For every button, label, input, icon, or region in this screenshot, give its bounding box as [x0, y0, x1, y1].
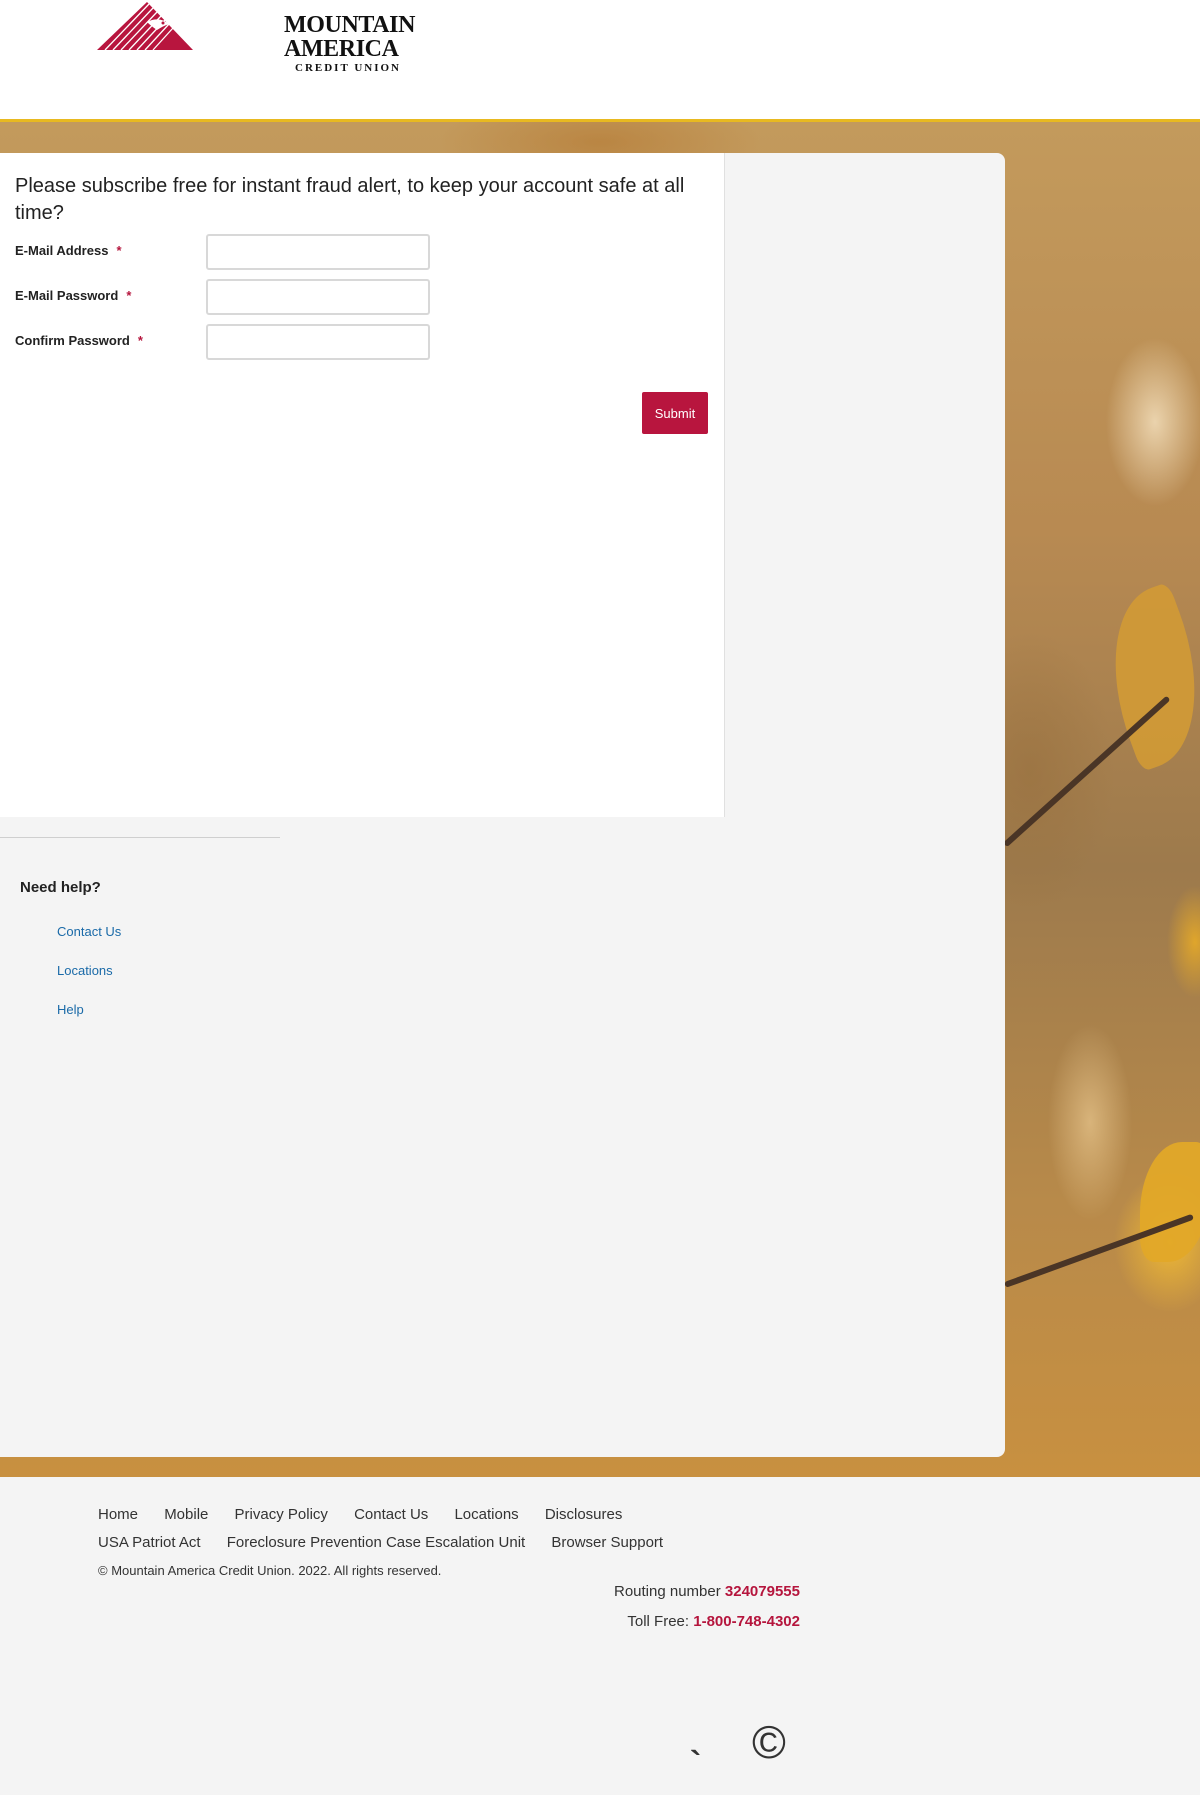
subscribe-form: Please subscribe free for instant fraud … — [0, 153, 725, 817]
confirm-password-row: Confirm Password * — [15, 324, 435, 360]
brand-logo[interactable]: MOUNTAIN AMERICA CREDIT UNION — [97, 0, 415, 74]
routing-label: Routing number — [614, 1583, 721, 1600]
required-marker: * — [137, 333, 143, 348]
footer-nav: Home Mobile Privacy Policy Contact Us Lo… — [98, 1501, 738, 1557]
required-marker: * — [116, 243, 122, 258]
confirm-password-label: Confirm Password * — [15, 333, 143, 348]
leaf-decoration — [1083, 581, 1200, 773]
toll-free-label: Toll Free: — [627, 1613, 690, 1630]
leaf-decoration — [1140, 1142, 1200, 1262]
help-divider — [0, 837, 280, 838]
copyright-icon: © — [752, 1716, 786, 1768]
confirm-password-input[interactable] — [206, 324, 430, 360]
stray-glyph: ` — [690, 1745, 702, 1783]
footer-link-foreclosure-prevention[interactable]: Foreclosure Prevention Case Escalation U… — [227, 1529, 525, 1557]
contact-numbers: Routing number 324079555 Toll Free: 1-80… — [560, 1577, 800, 1637]
site-header: MOUNTAIN AMERICA CREDIT UNION — [0, 0, 1200, 122]
email-password-row: E-Mail Password * — [15, 279, 435, 315]
email-address-input[interactable] — [206, 234, 430, 270]
routing-number: 324079555 — [724, 1583, 800, 1600]
need-help-heading: Need help? — [20, 879, 101, 896]
email-address-row: E-Mail Address * — [15, 234, 435, 270]
eagle-mountain-icon — [97, 2, 193, 51]
routing-number-line: Routing number 324079555 — [560, 1577, 800, 1607]
branch-decoration — [1002, 695, 1171, 848]
footer-link-usa-patriot-act[interactable]: USA Patriot Act — [98, 1529, 201, 1557]
brand-subtitle: CREDIT UNION — [295, 62, 402, 74]
footer-link-locations[interactable]: Locations — [454, 1501, 518, 1529]
email-password-label: E-Mail Password * — [15, 288, 132, 303]
toll-free-number[interactable]: 1-800-748-4302 — [693, 1613, 800, 1630]
toll-free-line: Toll Free: 1-800-748-4302 — [560, 1607, 800, 1637]
footer-link-privacy-policy[interactable]: Privacy Policy — [235, 1501, 328, 1529]
help-link-contact-us[interactable]: Contact Us — [57, 924, 121, 939]
footer-link-disclosures[interactable]: Disclosures — [545, 1501, 623, 1529]
footer-link-mobile[interactable]: Mobile — [164, 1501, 208, 1529]
required-marker: * — [126, 288, 132, 303]
submit-button[interactable]: Submit — [642, 392, 708, 434]
site-footer: Home Mobile Privacy Policy Contact Us Lo… — [0, 1477, 1200, 1795]
email-password-input[interactable] — [206, 279, 430, 315]
footer-link-home[interactable]: Home — [98, 1501, 138, 1529]
copyright-text: © Mountain America Credit Union. 2022. A… — [98, 1563, 442, 1578]
brand-name: MOUNTAIN AMERICA — [284, 12, 416, 62]
form-title: Please subscribe free for instant fraud … — [15, 175, 685, 224]
footer-link-contact-us[interactable]: Contact Us — [354, 1501, 428, 1529]
main-panel: Please subscribe free for instant fraud … — [0, 153, 1005, 1457]
help-link-help[interactable]: Help — [57, 1002, 84, 1017]
footer-link-browser-support[interactable]: Browser Support — [551, 1529, 663, 1557]
brand-wordmark: MOUNTAIN AMERICA CREDIT UNION — [284, 13, 415, 74]
help-link-locations[interactable]: Locations — [57, 963, 113, 978]
email-address-label: E-Mail Address * — [15, 243, 122, 258]
